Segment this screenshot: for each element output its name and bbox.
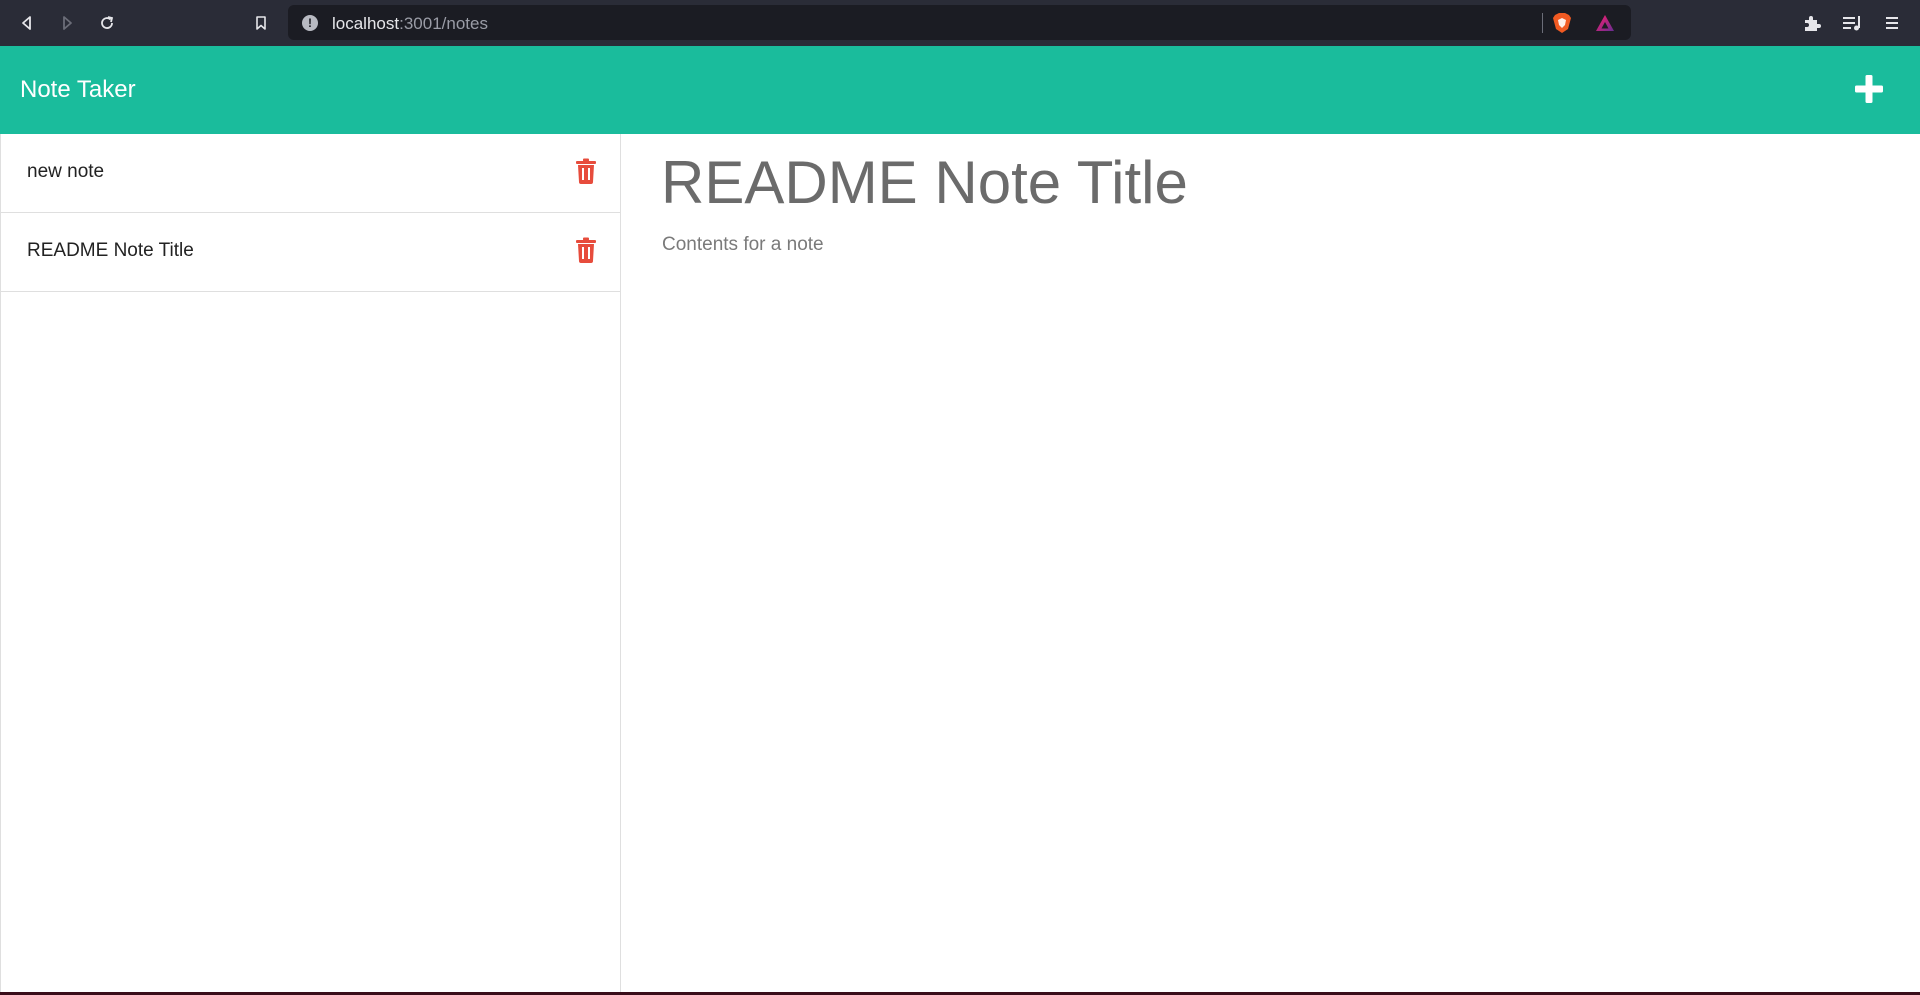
back-icon	[22, 16, 31, 30]
plus-icon	[1855, 75, 1883, 103]
list-item[interactable]: new note	[1, 134, 620, 213]
note-item-label: README Note Title	[27, 240, 194, 261]
app-title[interactable]: Note Taker	[20, 76, 136, 104]
address-bar[interactable]: ! localhost:3001/notes	[288, 5, 1631, 40]
brave-rewards-icon[interactable]	[1594, 13, 1616, 33]
bookmark-icon	[256, 16, 266, 30]
extensions-icon[interactable]	[1801, 12, 1823, 34]
menu-icon[interactable]	[1881, 12, 1903, 34]
browser-toolbar: ! localhost:3001/notes	[0, 0, 1920, 46]
forward-button[interactable]	[55, 11, 79, 35]
note-item-label: new note	[27, 161, 105, 182]
note-text-area[interactable]: Contents for a note	[662, 234, 824, 256]
forward-icon	[63, 16, 72, 30]
reload-icon	[101, 16, 114, 29]
brave-shield-icon[interactable]	[1552, 12, 1572, 34]
url-path: :3001/notes	[399, 14, 488, 33]
list-item[interactable]: README Note Title	[1, 213, 620, 292]
bookmark-button[interactable]	[249, 11, 273, 35]
info-icon[interactable]: !	[302, 15, 318, 31]
url-text[interactable]: localhost:3001/notes	[332, 14, 488, 34]
note-title-input[interactable]: README Note Title	[661, 148, 1188, 217]
back-button[interactable]	[15, 11, 39, 35]
url-host: localhost	[332, 14, 400, 33]
note-list: new note README Note Title	[0, 134, 621, 992]
media-queue-icon[interactable]	[1841, 12, 1863, 34]
url-divider	[1542, 13, 1543, 33]
reload-button[interactable]	[95, 11, 119, 35]
new-note-button[interactable]	[1852, 72, 1886, 106]
note-editor: README Note Title Contents for a note	[621, 134, 1920, 992]
trash-icon[interactable]	[575, 237, 597, 263]
app-navbar: Note Taker	[0, 46, 1920, 134]
trash-icon[interactable]	[575, 158, 597, 184]
